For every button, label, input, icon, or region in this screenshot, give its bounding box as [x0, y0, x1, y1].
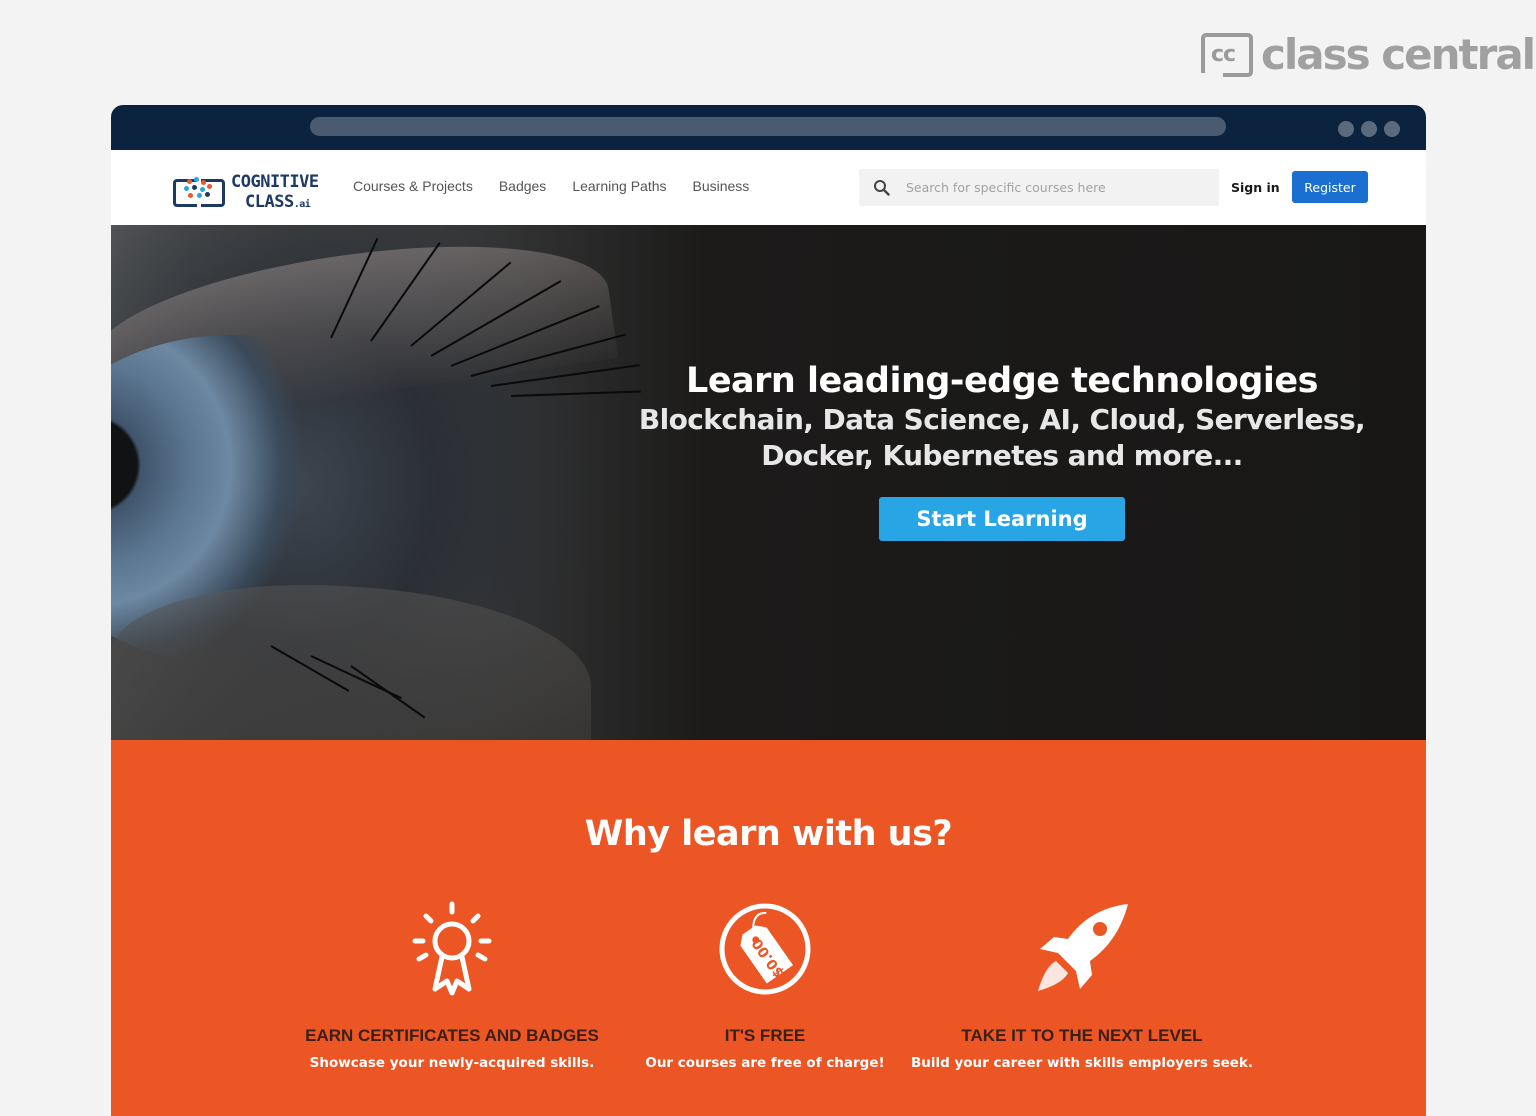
- nav-courses-projects[interactable]: Courses & Projects: [353, 178, 473, 194]
- search-icon[interactable]: [873, 179, 890, 196]
- class-central-logo: cc class central: [1201, 30, 1536, 83]
- logo-line-2: CLASS: [245, 192, 294, 212]
- window-dot-icon[interactable]: [1384, 121, 1400, 137]
- hero-subtitle-line-1: Blockchain, Data Science, AI, Cloud, Ser…: [638, 403, 1366, 436]
- nav-learning-paths[interactable]: Learning Paths: [572, 178, 666, 194]
- book-logo-icon: [173, 175, 225, 209]
- start-learning-button[interactable]: Start Learning: [879, 497, 1125, 541]
- sign-in-link[interactable]: Sign in: [1231, 180, 1280, 195]
- rocket-icon: [1038, 904, 1128, 991]
- window-dot-icon[interactable]: [1361, 121, 1377, 137]
- nav-badges[interactable]: Badges: [499, 178, 546, 194]
- hero-subtitle-line-2: Docker, Kubernetes and more...: [761, 439, 1243, 472]
- cognitive-class-logo[interactable]: COGNITIVE CLASS.ai: [173, 172, 319, 212]
- why-section: Why learn with us? EARN CERTIFICATES AND…: [111, 740, 1426, 1116]
- feature-free: $0.00 IT'S FREE Our courses are free of …: [585, 890, 945, 1071]
- hero-banner: Learn leading-edge technologies Blockcha…: [111, 225, 1426, 740]
- window-dot-icon[interactable]: [1338, 121, 1354, 137]
- feature-text: Build your career with skills employers …: [910, 1055, 1254, 1071]
- class-central-mark-icon: cc: [1201, 32, 1253, 83]
- feature-text: Our courses are free of charge!: [645, 1055, 885, 1071]
- browser-window: COGNITIVE CLASS.ai Courses & Projects Ba…: [111, 105, 1426, 1116]
- hero-copy: Learn leading-edge technologies Blockcha…: [631, 361, 1373, 541]
- register-button[interactable]: Register: [1292, 171, 1368, 203]
- feature-next-level: TAKE IT TO THE NEXT LEVEL Build your car…: [902, 890, 1262, 1071]
- price-tag-icon: $0.00: [719, 903, 811, 995]
- hero-title: Learn leading-edge technologies: [686, 361, 1318, 401]
- feature-title: TAKE IT TO THE NEXT LEVEL: [961, 1026, 1203, 1045]
- feature-text: Showcase your newly-acquired skills.: [309, 1055, 595, 1071]
- feature-title: EARN CERTIFICATES AND BADGES: [305, 1026, 599, 1045]
- award-icon: [412, 901, 492, 996]
- browser-chrome: [111, 105, 1426, 150]
- main-nav: Courses & Projects Badges Learning Paths…: [353, 178, 749, 194]
- why-title: Why learn with us?: [584, 814, 953, 854]
- logo-suffix: .ai: [293, 199, 311, 210]
- class-central-wordmark: class central: [1261, 30, 1536, 79]
- nav-business[interactable]: Business: [693, 178, 750, 194]
- logo-line-1: COGNITIVE: [231, 172, 319, 192]
- window-controls: [1338, 121, 1400, 137]
- site-header: COGNITIVE CLASS.ai Courses & Projects Ba…: [111, 150, 1426, 225]
- search-bar: [859, 169, 1219, 206]
- address-bar[interactable]: [310, 117, 1226, 136]
- feature-title: IT'S FREE: [724, 1026, 806, 1045]
- search-input[interactable]: [906, 180, 1196, 195]
- feature-certificates: EARN CERTIFICATES AND BADGES Showcase yo…: [272, 890, 632, 1071]
